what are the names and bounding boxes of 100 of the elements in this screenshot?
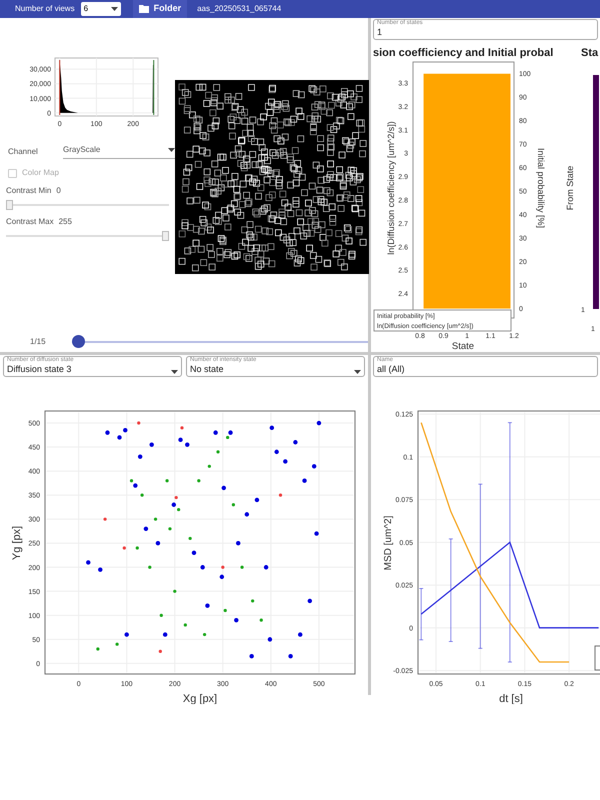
- axis-title: ln(Diffusion coefficiency [um^2/s]): [386, 121, 396, 255]
- data-point: [302, 478, 307, 483]
- caret-icon: [110, 7, 118, 11]
- slider-value: 255: [58, 216, 72, 228]
- data-point: [312, 464, 316, 468]
- data-point: [160, 614, 163, 617]
- axis-title: State: [452, 341, 474, 352]
- data-point: [156, 541, 160, 546]
- data-point: [220, 574, 224, 580]
- data-point: [138, 454, 142, 459]
- data-point: [316, 420, 322, 426]
- slider-label: Contrast Min: [6, 185, 52, 197]
- axis-title: From State: [566, 166, 575, 210]
- data-point: [308, 598, 312, 604]
- data-point: [96, 647, 100, 651]
- slider-track[interactable]: [6, 231, 169, 241]
- data-point: [264, 565, 268, 570]
- field-value: 1: [377, 27, 384, 37]
- marker-line: [153, 60, 154, 116]
- data-point: [224, 608, 227, 612]
- data-point: [222, 486, 226, 490]
- data-point: [197, 479, 200, 482]
- field-value: all (All): [377, 364, 406, 374]
- data-point: [165, 479, 169, 482]
- folder-icon: [138, 5, 149, 13]
- data-point: [213, 430, 218, 435]
- slider-value: 0: [56, 185, 61, 197]
- field-value: No state: [190, 364, 225, 374]
- views-dropdown[interactable]: 6: [80, 2, 121, 16]
- data-point: [254, 498, 260, 502]
- chart-title: Sta: [581, 47, 598, 59]
- data-point: [205, 604, 210, 608]
- legend-box: [594, 646, 600, 670]
- data-point: [240, 566, 244, 569]
- data-point: [137, 421, 140, 425]
- data-point: [202, 632, 206, 636]
- data-point: [314, 531, 319, 536]
- data-point: [260, 618, 263, 622]
- data-point: [148, 566, 152, 569]
- data-point: [144, 526, 148, 531]
- data-point: [117, 435, 122, 440]
- slider-label: Contrast Max: [6, 216, 54, 228]
- data-point: [236, 541, 240, 546]
- channel-label: Channel: [8, 146, 39, 158]
- folder-button[interactable]: Folder: [132, 0, 188, 18]
- data-point: [298, 632, 302, 637]
- slider-thumb[interactable]: [162, 231, 169, 241]
- caret-icon: [354, 370, 361, 374]
- data-point: [234, 618, 238, 622]
- data-point: [249, 654, 254, 658]
- data-point: [178, 438, 183, 442]
- data-point: [244, 512, 250, 517]
- chart-title: sion coefficiency and Initial probal: [373, 47, 554, 59]
- data-point: [293, 440, 298, 444]
- field-value: Diffusion state 3: [7, 364, 72, 374]
- frame-slider-track[interactable]: [72, 335, 368, 348]
- data-point: [150, 442, 154, 447]
- data-point: [184, 623, 187, 627]
- file-name: aas_20250531_065744: [197, 3, 282, 15]
- data-point: [200, 565, 205, 570]
- data-point: [270, 426, 274, 430]
- data-point: [124, 632, 129, 637]
- frame-slider-thumb[interactable]: [72, 335, 85, 348]
- data-point: [116, 642, 119, 646]
- data-point: [105, 430, 110, 435]
- data-point: [288, 654, 293, 658]
- caret-icon: [168, 148, 175, 152]
- data-point: [123, 428, 128, 432]
- views-label: Number of views: [15, 3, 75, 15]
- slider-track[interactable]: [6, 200, 169, 210]
- caret-icon: [171, 370, 178, 374]
- data-point: [232, 503, 235, 506]
- data-point: [268, 637, 272, 642]
- data-point: [158, 650, 162, 653]
- data-point: [283, 459, 288, 464]
- slider-thumb[interactable]: [6, 200, 13, 210]
- error-bar: [418, 588, 424, 640]
- data-point: [180, 426, 184, 430]
- data-point: [154, 518, 158, 521]
- data-point: [208, 464, 211, 468]
- axis-title: Xg [px]: [182, 693, 218, 704]
- checkbox-label: Color Map: [22, 167, 59, 179]
- data-point: [185, 442, 190, 447]
- data-point: [174, 496, 178, 500]
- data-point: [122, 546, 126, 550]
- frame-counter: 1/15: [29, 336, 47, 348]
- data-point: [221, 566, 224, 569]
- data-point: [274, 450, 279, 454]
- data-point: [188, 536, 192, 540]
- axis-title: MSD [um^2]: [383, 516, 394, 570]
- data-point: [162, 632, 168, 637]
- marker-line: [59, 60, 60, 116]
- data-point: [140, 494, 144, 497]
- data-point: [173, 590, 176, 593]
- data-point: [216, 450, 220, 454]
- data-point: [136, 546, 139, 550]
- axis-title: Initial probability [%]: [536, 148, 546, 228]
- data-point: [192, 550, 196, 556]
- axis-title: dt [s]: [499, 693, 523, 704]
- data-point: [278, 494, 282, 497]
